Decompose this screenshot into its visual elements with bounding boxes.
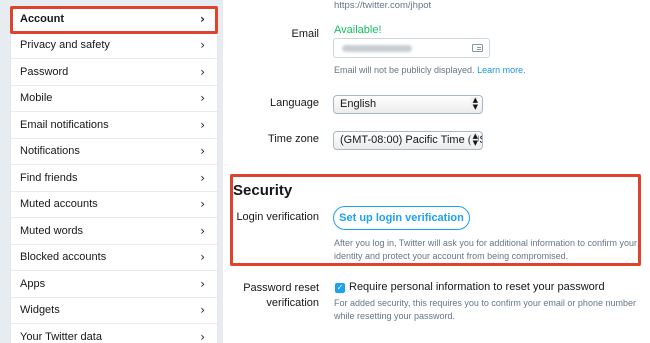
profile-url: https://twitter.com/jhpot [334, 0, 432, 11]
sidebar-item-label: Widgets [20, 304, 60, 317]
password-reset-hint: For added security, this requires you to… [334, 297, 636, 323]
chevron-right-icon: › [200, 170, 205, 185]
chevron-right-icon: › [200, 303, 205, 318]
sidebar-item-label: Blocked accounts [20, 251, 107, 264]
sidebar-item-email-notifications[interactable]: Email notifications › [11, 112, 217, 139]
sidebar-item-muted-accounts[interactable]: Muted accounts › [11, 192, 217, 218]
set-up-login-verification-button[interactable]: Set up login verification [333, 206, 470, 230]
chevron-right-icon: › [200, 276, 205, 291]
language-label: Language [270, 97, 319, 109]
sidebar-item-label: Mobile [20, 92, 53, 105]
require-personal-info-label[interactable]: Require personal information to reset yo… [349, 281, 605, 293]
email-label: Email [291, 28, 319, 40]
settings-sidebar: Account › Privacy and safety › Password … [10, 6, 218, 343]
contact-card-icon[interactable] [472, 44, 483, 52]
password-reset-label-line: verification [266, 296, 319, 309]
sidebar-item-label: Notifications [20, 145, 80, 158]
select-arrows-icon: ▲ ▼ [468, 97, 478, 111]
chevron-right-icon: › [200, 144, 205, 159]
email-field[interactable] [333, 38, 490, 58]
sidebar-item-label: Your Twitter data [20, 330, 102, 343]
chevron-right-icon: › [200, 250, 205, 265]
email-value-redacted [342, 45, 412, 52]
chevron-right-icon: › [200, 64, 205, 79]
sidebar-item-account[interactable]: Account › [11, 6, 217, 33]
reset-hint-line: while resetting your password. [334, 311, 456, 322]
sidebar-item-muted-words[interactable]: Muted words › [11, 218, 217, 245]
sidebar-item-label: Muted words [20, 224, 83, 237]
sidebar-item-widgets[interactable]: Widgets › [11, 298, 217, 324]
login-verification-label: Login verification [236, 211, 319, 223]
sidebar-item-label: Account [20, 12, 64, 25]
chevron-right-icon: › [200, 11, 205, 26]
require-personal-info-checkbox[interactable]: ✓ [335, 283, 345, 293]
sidebar-item-label: Password [20, 65, 69, 78]
chevron-right-icon: › [200, 197, 205, 212]
email-availability-status: Available! [334, 24, 382, 36]
chevron-right-icon: › [200, 117, 205, 132]
timezone-value: (GMT-08:00) Pacific Time (US [340, 134, 483, 146]
login-hint-line: After you log in, Twitter will ask you f… [334, 238, 637, 248]
chevron-right-icon: › [200, 329, 205, 343]
learn-more-link[interactable]: Learn more. [477, 65, 526, 75]
chevron-right-icon: › [200, 38, 205, 53]
sidebar-item-notifications[interactable]: Notifications › [11, 139, 217, 165]
timezone-select[interactable]: (GMT-08:00) Pacific Time (US ▲ ▼ [333, 131, 483, 150]
email-hint: Email will not be publicly displayed. Le… [334, 64, 526, 77]
password-reset-label-line: Password reset [243, 282, 319, 294]
reset-hint-line: For added security, this requires you to… [334, 298, 636, 308]
language-select[interactable]: English ▲ ▼ [333, 95, 483, 114]
sidebar-item-label: Muted accounts [20, 198, 98, 211]
sidebar-item-label: Apps [20, 277, 46, 290]
sidebar-item-your-twitter-data[interactable]: Your Twitter data › [11, 324, 217, 343]
sidebar-item-label: Email notifications [20, 118, 109, 131]
language-value: English [340, 98, 377, 110]
login-verification-hint: After you log in, Twitter will ask you f… [334, 237, 637, 263]
select-arrows-icon: ▲ ▼ [468, 133, 478, 147]
sidebar-item-label: Privacy and safety [20, 39, 110, 52]
sidebar-item-find-friends[interactable]: Find friends › [11, 165, 217, 192]
timezone-label: Time zone [268, 133, 319, 145]
sidebar-item-label: Find friends [20, 171, 78, 184]
sidebar-item-password[interactable]: Password › [11, 59, 217, 86]
account-settings-panel: https://twitter.com/jhpot Email Availabl… [223, 0, 650, 343]
sidebar-item-mobile[interactable]: Mobile › [11, 86, 217, 112]
sidebar-item-blocked-accounts[interactable]: Blocked accounts › [11, 245, 217, 271]
login-hint-line: identity and protect your account from b… [334, 251, 569, 262]
security-section-title: Security [233, 182, 293, 199]
email-hint-text: Email will not be publicly displayed. [334, 65, 475, 75]
sidebar-item-apps[interactable]: Apps › [11, 271, 217, 298]
sidebar-item-privacy-and-safety[interactable]: Privacy and safety › [11, 33, 217, 59]
password-reset-label: Password reset verification [233, 281, 319, 311]
chevron-right-icon: › [200, 223, 205, 238]
chevron-right-icon: › [200, 91, 205, 106]
